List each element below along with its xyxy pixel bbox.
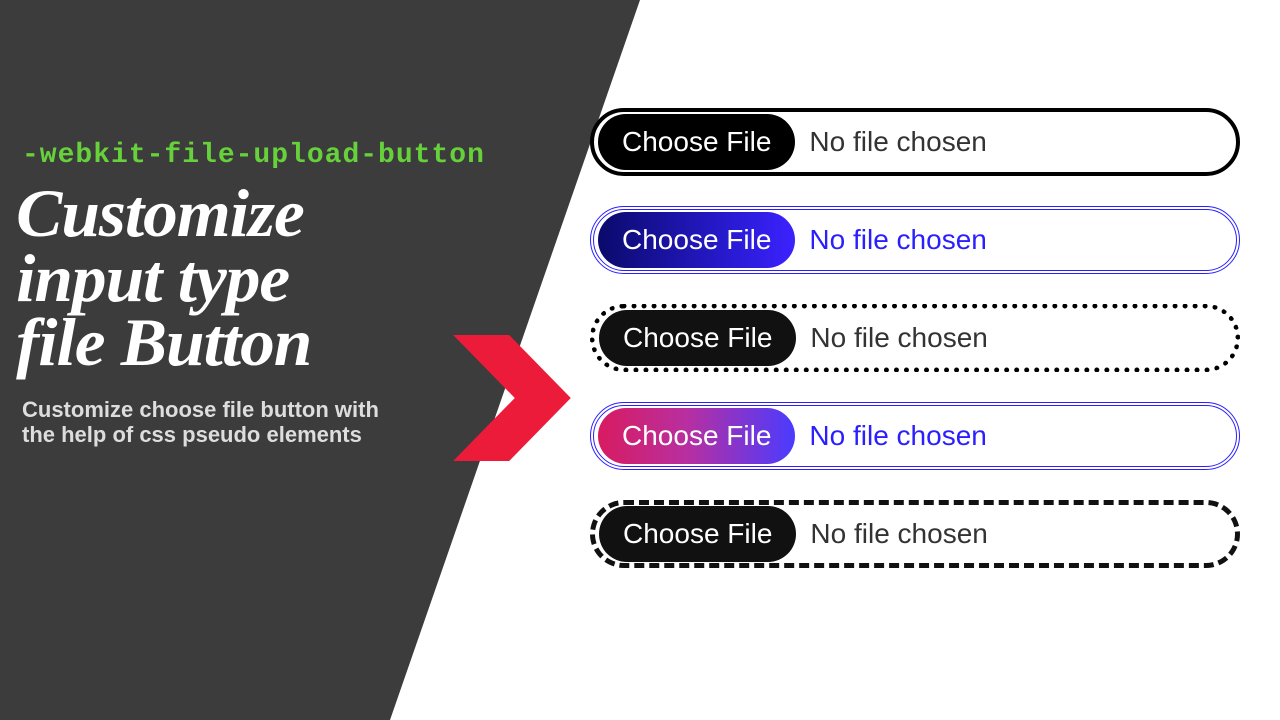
file-input-variant-3[interactable]: Choose File No file chosen: [590, 304, 1240, 372]
file-input-variant-2[interactable]: Choose File No file chosen: [590, 206, 1240, 274]
slide-subtitle: Customize choose file button with the he…: [22, 397, 402, 448]
file-status-text: No file chosen: [810, 518, 987, 550]
choose-file-button[interactable]: Choose File: [598, 114, 795, 170]
file-input-variant-1[interactable]: Choose File No file chosen: [590, 108, 1240, 176]
file-input-examples: Choose File No file chosen Choose File N…: [590, 108, 1240, 568]
file-status-text: No file chosen: [809, 126, 986, 158]
file-input-variant-4[interactable]: Choose File No file chosen: [590, 402, 1240, 470]
file-status-text: No file chosen: [809, 224, 986, 256]
slide-stage: -webkit-file-upload-button Customize inp…: [0, 0, 1280, 720]
overline-code: -webkit-file-upload-button: [22, 140, 610, 171]
title-line-3: file Button: [16, 304, 311, 380]
choose-file-button[interactable]: Choose File: [599, 310, 796, 366]
choose-file-button[interactable]: Choose File: [598, 212, 795, 268]
choose-file-button[interactable]: Choose File: [598, 408, 795, 464]
left-panel: -webkit-file-upload-button Customize inp…: [0, 0, 640, 720]
file-input-variant-5[interactable]: Choose File No file chosen: [590, 500, 1240, 568]
choose-file-button[interactable]: Choose File: [599, 506, 796, 562]
slide-title: Customize input type file Button: [16, 181, 616, 375]
file-status-text: No file chosen: [809, 420, 986, 452]
file-status-text: No file chosen: [810, 322, 987, 354]
